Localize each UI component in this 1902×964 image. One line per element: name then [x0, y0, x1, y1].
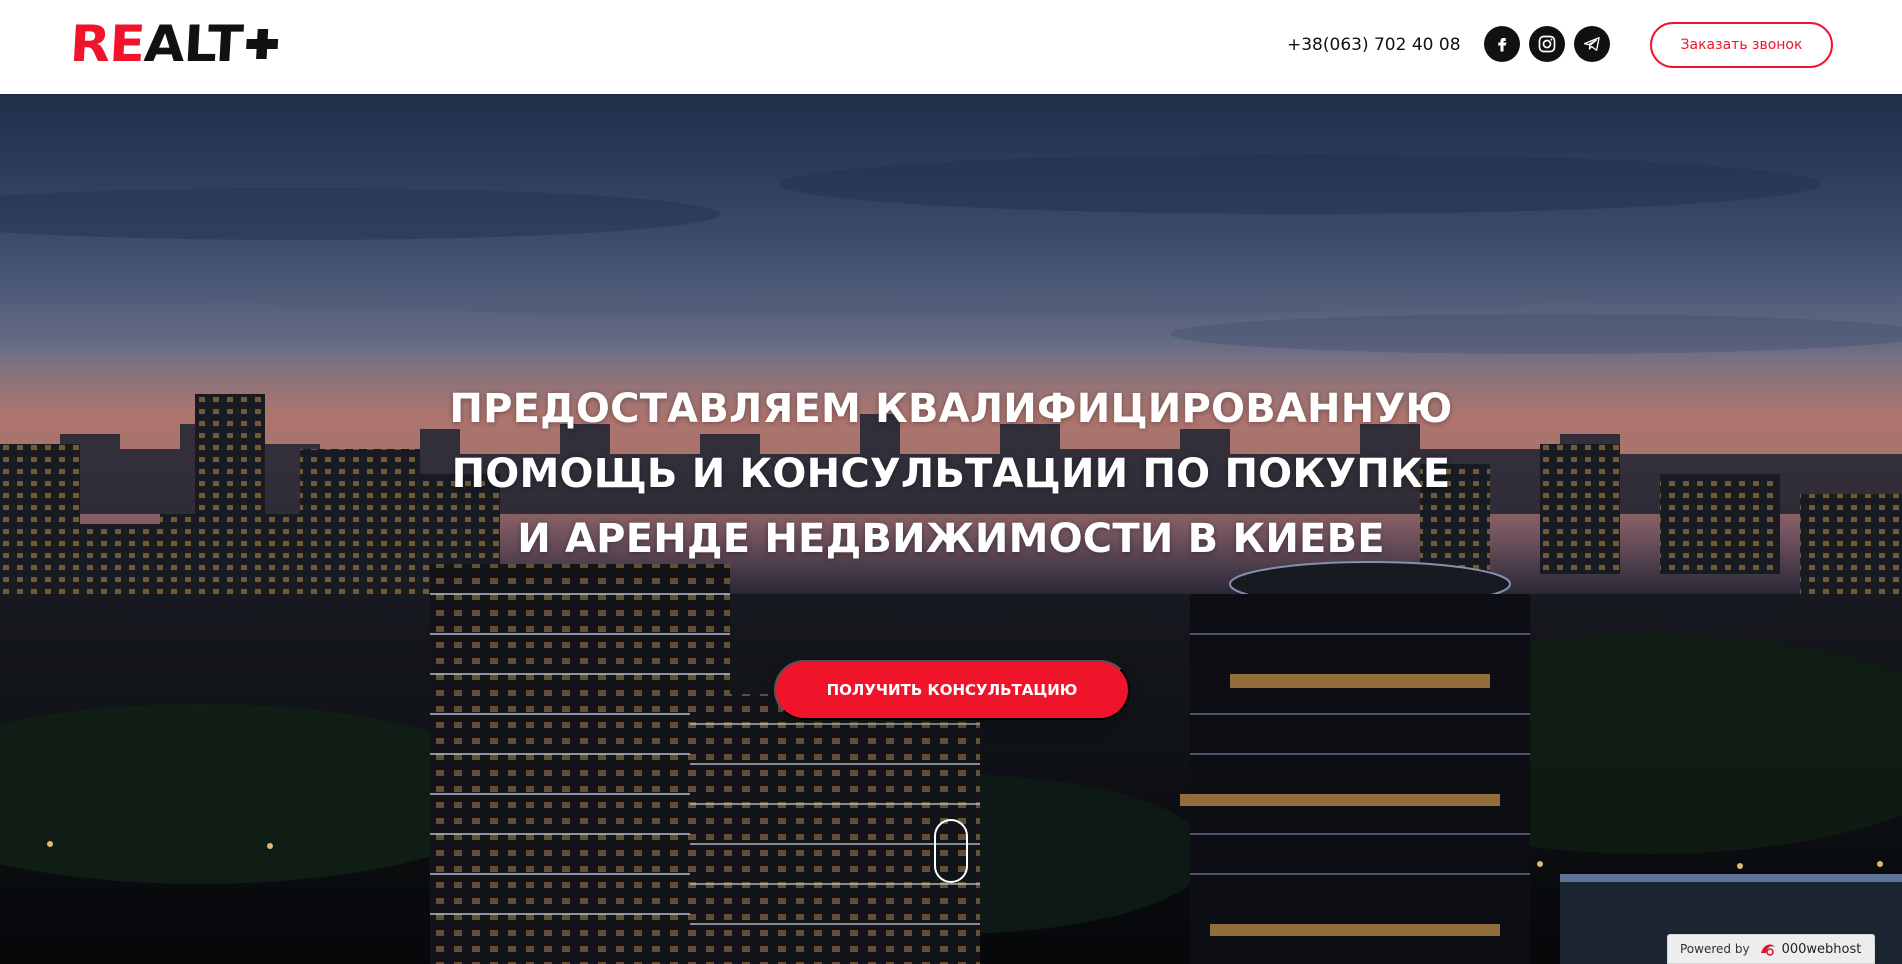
facebook-icon[interactable] [1484, 26, 1520, 62]
logo-text-main: ALT [142, 15, 244, 73]
hero-title-line: ПОМОЩЬ И КОНСУЛЬТАЦИИ ПО ПОКУПКЕ [451, 451, 1451, 497]
instagram-glyph [1538, 35, 1556, 53]
webhost-logo-icon [1760, 944, 1775, 956]
mouse-scroll-icon[interactable] [934, 819, 968, 883]
instagram-icon[interactable] [1529, 26, 1565, 62]
logo-text-accent: RE [68, 15, 146, 73]
telegram-glyph [1583, 37, 1600, 51]
logo-plus-icon [246, 29, 279, 59]
powered-by-label: Powered by [1680, 942, 1750, 956]
facebook-glyph [1498, 38, 1507, 52]
callback-button[interactable]: Заказать звонок [1650, 22, 1833, 68]
powered-by-brand: 000webhost [1781, 941, 1862, 957]
hero-title-line: ПРЕДОСТАВЛЯЕМ КВАЛИФИЦИРОВАННУЮ [449, 386, 1453, 432]
hero-section: ПРЕДОСТАВЛЯЕМ КВАЛИФИЦИРОВАННУЮ ПОМОЩЬ И… [0, 94, 1902, 964]
hero-title-line: И АРЕНДЕ НЕДВИЖИМОСТИ В КИЕВЕ [517, 516, 1385, 562]
phone-link[interactable]: +38(063) 702 40 08 [1287, 33, 1461, 57]
powered-by-badge[interactable]: Powered by 000webhost [1667, 934, 1875, 964]
site-header: RE ALT +38(063) 702 40 08 Заказать звоно… [0, 0, 1902, 94]
hero-title: ПРЕДОСТАВЛЯЕМ КВАЛИФИЦИРОВАННУЮ ПОМОЩЬ И… [351, 377, 1551, 572]
get-consultation-button[interactable]: ПОЛУЧИТЬ КОНСУЛЬТАЦИЮ [774, 660, 1130, 720]
site-logo[interactable]: RE ALT [68, 15, 280, 73]
telegram-icon[interactable] [1574, 26, 1610, 62]
